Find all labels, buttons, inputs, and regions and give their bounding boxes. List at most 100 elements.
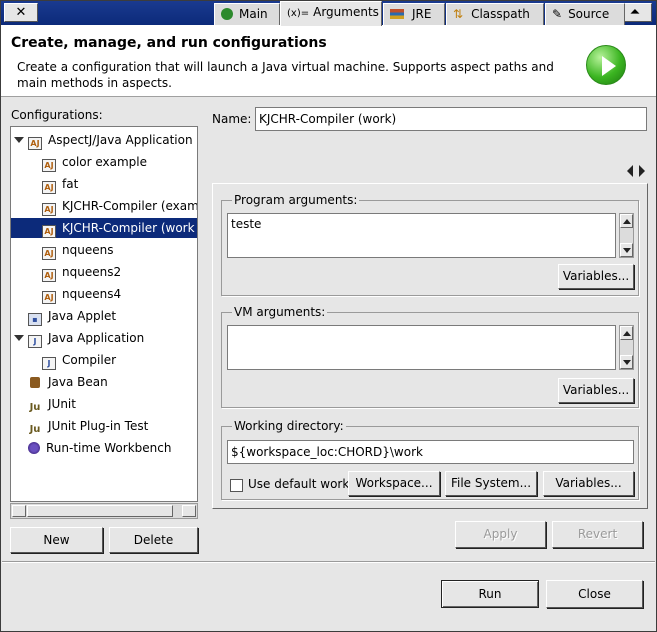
tab-jre[interactable]: JRE (383, 3, 445, 25)
tree-item-label: Java Application (48, 331, 145, 345)
tab-label: Arguments (313, 5, 379, 19)
tree-item-java-applet[interactable]: ▪ Java Applet (11, 306, 197, 326)
tab-label: Main (239, 7, 268, 21)
scroll-right-icon[interactable] (182, 505, 196, 517)
tree-item-label: Java Applet (48, 309, 117, 323)
revert-button[interactable]: Revert (552, 521, 643, 548)
vm-arguments-input[interactable] (227, 325, 616, 370)
aspectj-config-icon: AJ (42, 203, 56, 216)
aspectj-config-icon: AJ (42, 291, 56, 304)
vm-args-scrollbar[interactable] (619, 325, 634, 370)
tree-item-compiler[interactable]: J Compiler (11, 350, 197, 370)
use-default-checkbox[interactable] (230, 479, 243, 492)
working-directory-input[interactable]: ${workspace_loc:CHORD}\work (227, 440, 634, 464)
tree-item-fat[interactable]: AJ fat (11, 174, 197, 194)
run-dialog: ✕ Run ⏶ Create, manage, and run configur… (0, 0, 657, 632)
aspectj-config-icon: AJ (42, 247, 56, 260)
configurations-tree[interactable]: AJ AspectJ/Java Application AJ color examp… (10, 126, 198, 502)
tab-arguments[interactable]: (x)= Arguments (280, 1, 382, 26)
banner-description: Create a configuration that will launch … (17, 60, 554, 90)
working-directory-label: Working directory: (232, 419, 346, 433)
main-tab-icon (221, 8, 233, 20)
tree-item-runtime-workbench[interactable]: Run-time Workbench (11, 438, 197, 458)
tree-item-label: Compiler (62, 353, 117, 367)
tree-item-label: Java Bean (48, 375, 108, 389)
workspace-button[interactable]: Workspace... (348, 471, 440, 496)
aspectj-config-icon: AJ (42, 181, 56, 194)
new-button[interactable]: New (10, 527, 103, 553)
arguments-tab-icon: (x)= (287, 8, 310, 19)
tree-item-nqueens2[interactable]: AJ nqueens2 (11, 262, 197, 282)
aspectj-app-icon: AJ (28, 137, 42, 150)
runtime-workbench-icon (28, 442, 40, 454)
delete-button[interactable]: Delete (109, 527, 198, 553)
close-button[interactable]: Close (546, 580, 643, 608)
tree-item-label: JUnit Plug-in Test (48, 419, 149, 433)
program-variables-button[interactable]: Variables... (558, 264, 634, 289)
vm-arguments-label: VM arguments: (232, 305, 328, 319)
scroll-left-icon[interactable] (12, 505, 26, 517)
scroll-up-icon[interactable] (620, 326, 633, 340)
expand-twisty-icon[interactable] (14, 135, 24, 145)
tree-item-java-bean[interactable]: Java Bean (11, 372, 197, 392)
tab-classpath[interactable]: ⇅ Classpath (446, 3, 544, 25)
arguments-tab-panel: Program arguments: teste Variables... VM… (212, 183, 648, 509)
tree-item-java-application[interactable]: J Java Application (11, 328, 197, 348)
program-args-scrollbar[interactable] (619, 213, 634, 258)
junit-icon: Ju (29, 402, 41, 413)
program-arguments-label: Program arguments: (232, 193, 360, 207)
tree-item-label: KJCHR-Compiler (work (62, 221, 195, 235)
tree-item-junit[interactable]: Ju JUnit (11, 394, 197, 414)
name-label: Name: (212, 112, 252, 126)
tab-main[interactable]: Main (214, 3, 280, 25)
program-arguments-input[interactable]: teste (227, 213, 616, 258)
scroll-thumb[interactable] (27, 505, 173, 517)
vm-arguments-group: VM arguments: Variables... (221, 305, 639, 408)
scroll-down-icon[interactable] (620, 243, 633, 257)
tree-item-kjchr-work[interactable]: AJ KJCHR-Compiler (work (11, 218, 197, 238)
apply-button[interactable]: Apply (455, 521, 546, 548)
configurations-label: Configurations: (11, 108, 103, 122)
program-arguments-group: Program arguments: teste Variables... (221, 193, 639, 296)
tab-scroll-arrows[interactable] (627, 165, 649, 179)
tree-item-label: fat (62, 177, 79, 191)
tab-scroll-right-icon[interactable] (639, 165, 645, 177)
java-config-icon: J (42, 357, 56, 370)
tree-item-nqueens[interactable]: AJ nqueens (11, 240, 197, 260)
aspectj-config-icon: AJ (42, 159, 56, 172)
tree-item-aspectj-app[interactable]: AJ AspectJ/Java Application (11, 130, 197, 150)
source-tab-icon: ✎ (552, 7, 563, 21)
working-dir-variables-button[interactable]: Variables... (543, 471, 634, 496)
tree-horizontal-scrollbar[interactable] (10, 503, 198, 519)
run-icon (586, 45, 626, 85)
tree-item-nqueens4[interactable]: AJ nqueens4 (11, 284, 197, 304)
tree-item-label: AspectJ/Java Application (48, 133, 193, 147)
tab-label: Source (568, 7, 610, 21)
tree-item-color-example[interactable]: AJ color example (11, 152, 197, 172)
tree-item-label: nqueens (62, 243, 114, 257)
banner-title: Create, manage, and run configurations (11, 35, 327, 51)
tab-source[interactable]: ✎ Source (545, 3, 625, 25)
working-directory-group: Working directory: ${workspace_loc:CHORD… (221, 419, 639, 500)
tree-item-junit-plugin[interactable]: Ju JUnit Plug-in Test (11, 416, 197, 436)
header-banner: Create, manage, and run configurations C… (1, 25, 656, 97)
java-bean-icon (28, 377, 42, 390)
scroll-down-icon[interactable] (620, 355, 633, 369)
java-app-icon: J (28, 335, 42, 348)
tree-item-label: color example (62, 155, 148, 169)
expand-twisty-icon[interactable] (14, 333, 24, 343)
tree-item-label: nqueens2 (62, 265, 122, 279)
name-input[interactable]: KJCHR-Compiler (work) (255, 107, 647, 131)
scroll-up-icon[interactable] (620, 214, 633, 228)
tab-label: JRE (412, 7, 432, 21)
tree-item-kjchr-exam[interactable]: AJ KJCHR-Compiler (exam (11, 196, 197, 216)
junit-plugin-icon: Ju (29, 424, 41, 435)
run-button[interactable]: Run (441, 580, 539, 608)
tree-item-label: nqueens4 (62, 287, 122, 301)
file-system-button[interactable]: File System... (445, 471, 537, 496)
java-applet-icon: ▪ (28, 313, 42, 326)
classpath-tab-icon: ⇅ (453, 7, 464, 21)
tab-scroll-left-icon[interactable] (627, 165, 633, 177)
tree-item-label: KJCHR-Compiler (exam (62, 199, 198, 213)
vm-variables-button[interactable]: Variables... (558, 378, 634, 403)
